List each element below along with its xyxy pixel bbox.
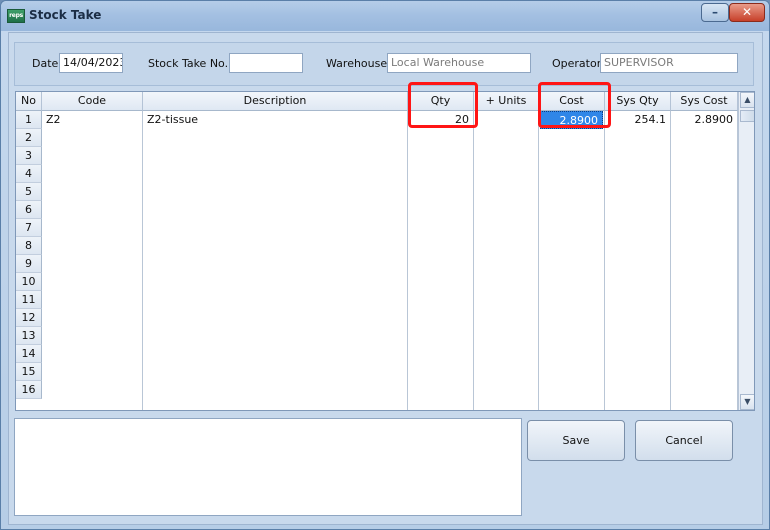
row-number[interactable]: 7 [16, 219, 42, 237]
notes-area[interactable] [14, 418, 522, 516]
arrow-up-icon: ▲ [744, 95, 751, 104]
cell-code[interactable]: Z2 [42, 111, 142, 129]
column-header-units[interactable]: + Units [474, 92, 539, 111]
row-number[interactable]: 4 [16, 165, 42, 183]
header-panel: Date 14/04/2023 Stock Take No. Warehouse… [14, 42, 754, 86]
row-number[interactable]: 13 [16, 327, 42, 345]
close-icon: ✕ [741, 5, 753, 19]
stock-take-window: reps Stock Take – ✕ Date 14/04/2023 Stoc… [0, 0, 770, 530]
app-icon: reps [7, 9, 25, 23]
cell-sys-cost[interactable]: 2.8900 [671, 111, 737, 129]
column-header-no[interactable]: No [16, 92, 42, 111]
stock-take-no-field[interactable] [229, 53, 303, 73]
close-button[interactable]: ✕ [729, 3, 765, 22]
row-number[interactable]: 12 [16, 309, 42, 327]
cell-qty[interactable]: 20 [408, 111, 473, 129]
cell-units[interactable] [474, 111, 538, 129]
cell-sys-qty[interactable]: 254.1 [605, 111, 670, 129]
minimize-icon: – [712, 5, 718, 19]
operator-label: Operator [552, 57, 602, 70]
column-divider [670, 111, 671, 410]
warehouse-field[interactable]: Local Warehouse [387, 53, 531, 73]
row-number[interactable]: 14 [16, 345, 42, 363]
minimize-button[interactable]: – [701, 3, 729, 22]
row-number[interactable]: 2 [16, 129, 42, 147]
operator-field[interactable]: SUPERVISOR [600, 53, 738, 73]
column-divider [604, 111, 605, 410]
row-number[interactable]: 16 [16, 381, 42, 399]
column-header-description[interactable]: Description [143, 92, 408, 111]
scroll-down-button[interactable]: ▼ [740, 394, 754, 410]
column-header-code[interactable]: Code [42, 92, 143, 111]
client-area: Date 14/04/2023 Stock Take No. Warehouse… [8, 32, 763, 525]
arrow-down-icon: ▼ [744, 397, 751, 406]
column-divider [473, 111, 474, 410]
row-number[interactable]: 15 [16, 363, 42, 381]
vertical-scrollbar[interactable]: ▲ ▼ [738, 92, 754, 410]
window-title: Stock Take [29, 8, 102, 22]
column-header-cost[interactable]: Cost [539, 92, 605, 111]
date-field[interactable]: 14/04/2023 [59, 53, 123, 73]
column-divider [407, 111, 408, 410]
row-number[interactable]: 5 [16, 183, 42, 201]
cancel-button[interactable]: Cancel [635, 420, 733, 461]
cell-description[interactable]: Z2-tissue [143, 111, 407, 129]
scroll-thumb[interactable] [740, 110, 754, 122]
row-number[interactable]: 8 [16, 237, 42, 255]
save-button[interactable]: Save [527, 420, 625, 461]
column-divider [142, 111, 143, 410]
date-label: Date [32, 57, 59, 70]
column-header-qty[interactable]: Qty [408, 92, 474, 111]
row-number[interactable]: 1 [16, 111, 42, 129]
scroll-up-button[interactable]: ▲ [740, 92, 754, 108]
stock-grid[interactable]: No Code Description Qty + Units Cost Sys… [15, 91, 755, 411]
column-header-sys-cost[interactable]: Sys Cost [671, 92, 738, 111]
cell-cost[interactable]: 2.8900 [540, 111, 603, 129]
stock-take-no-label: Stock Take No. [148, 57, 229, 70]
title-bar[interactable]: reps Stock Take – ✕ [1, 1, 769, 31]
row-number[interactable]: 11 [16, 291, 42, 309]
column-divider [538, 111, 539, 410]
row-number[interactable]: 9 [16, 255, 42, 273]
warehouse-label: Warehouse [326, 57, 388, 70]
row-number[interactable]: 10 [16, 273, 42, 291]
column-header-sys-qty[interactable]: Sys Qty [605, 92, 671, 111]
row-number[interactable]: 3 [16, 147, 42, 165]
row-number[interactable]: 6 [16, 201, 42, 219]
